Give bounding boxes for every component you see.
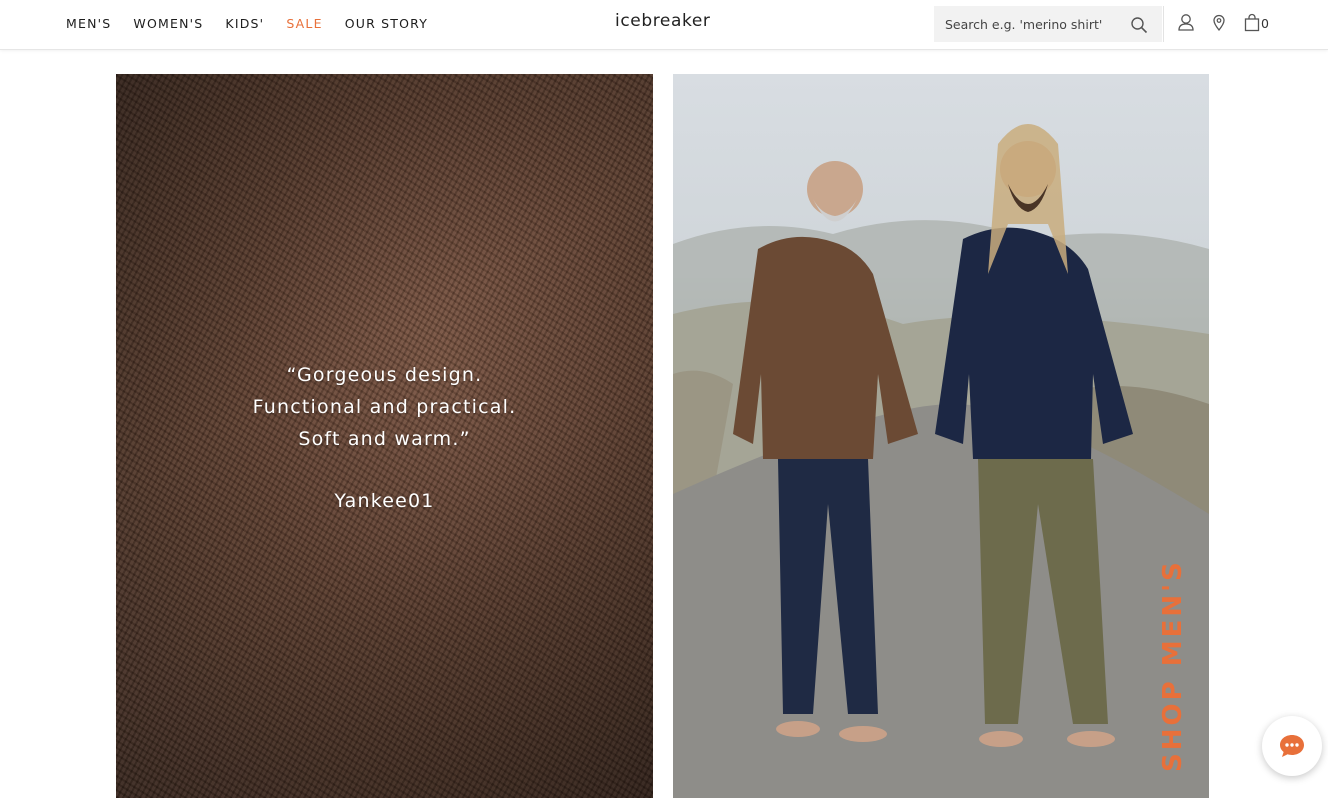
account-icon[interactable] — [1177, 13, 1195, 33]
review-author: Yankee01 — [334, 490, 435, 512]
mens-hero-image[interactable] — [673, 74, 1209, 798]
shopping-bag-icon[interactable] — [1243, 13, 1261, 33]
nav-sale[interactable]: SALE — [286, 16, 322, 31]
cart-count[interactable]: 0 — [1261, 16, 1269, 31]
nav-womens[interactable]: WOMEN'S — [133, 16, 203, 31]
review-quote-line-3: Soft and warm.” — [298, 428, 471, 450]
review-quote-line-2: Functional and practical. — [252, 396, 517, 418]
search-icon[interactable] — [1130, 16, 1148, 34]
nav-our-story[interactable]: OUR STORY — [345, 16, 428, 31]
location-pin-icon[interactable] — [1210, 13, 1228, 33]
main-nav: MEN'S WOMEN'S KIDS' SALE OUR STORY — [66, 16, 450, 31]
chat-bubble-icon — [1280, 735, 1304, 757]
header-divider — [1163, 6, 1164, 42]
review-quote-line-1: “Gorgeous design. — [286, 364, 483, 386]
brand-logo[interactable]: icebreaker — [615, 11, 711, 31]
nav-kids[interactable]: KIDS' — [225, 16, 264, 31]
nav-mens[interactable]: MEN'S — [66, 16, 111, 31]
chat-button[interactable] — [1262, 716, 1322, 776]
shop-mens-link[interactable]: SHOP MEN'S — [1158, 559, 1188, 772]
site-header: MEN'S WOMEN'S KIDS' SALE OUR STORY icebr… — [0, 0, 1328, 50]
search-input[interactable] — [934, 16, 1122, 32]
hero-photo-scene — [673, 124, 1209, 798]
search-box — [934, 6, 1162, 42]
review-panel: “Gorgeous design. Functional and practic… — [116, 74, 653, 798]
